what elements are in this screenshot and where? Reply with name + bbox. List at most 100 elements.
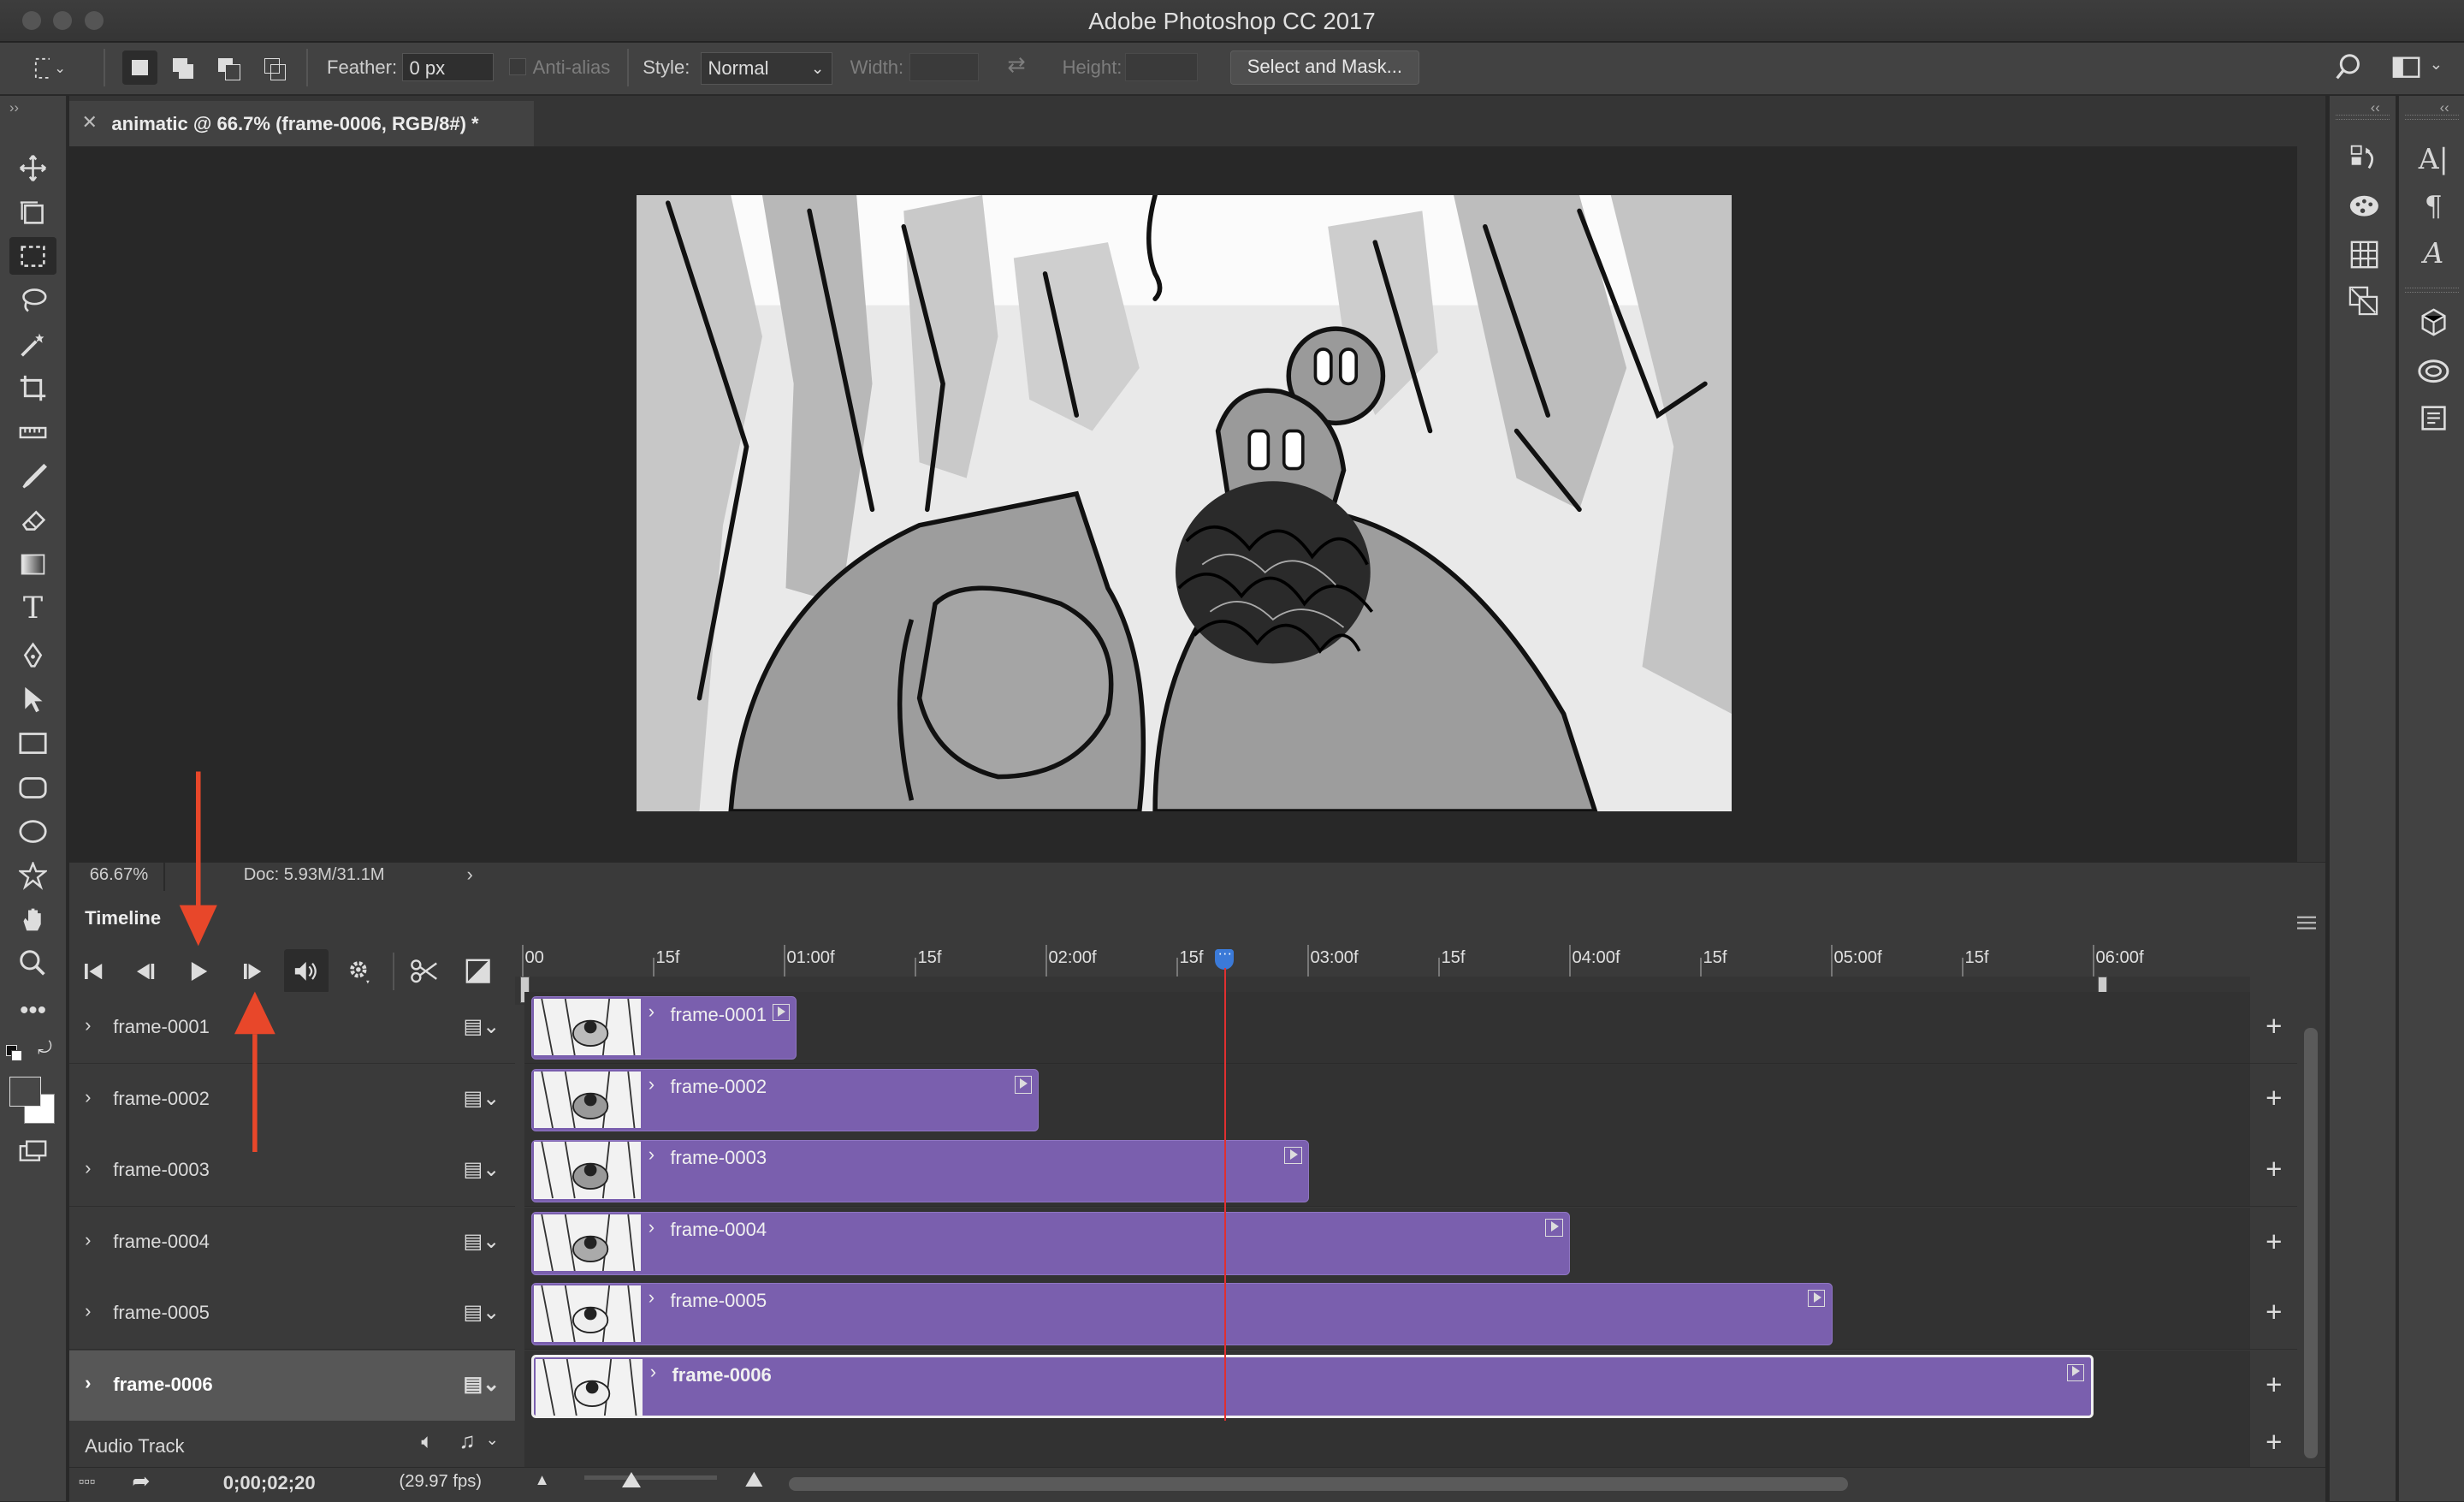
adjustments-panel-button[interactable] <box>2347 284 2381 318</box>
video-clip[interactable]: › frame-0001 <box>530 996 797 1060</box>
select-and-mask-button[interactable]: Select and Mask... <box>1230 50 1419 86</box>
foreground-color-swatch[interactable] <box>9 1077 41 1107</box>
collapse-panels-icon[interactable]: ‹‹ <box>2371 99 2380 116</box>
status-menu-chevron-icon[interactable]: › <box>467 864 473 886</box>
canvas-vertical-scrollbar[interactable] <box>2297 145 2326 862</box>
timeline-layer-row[interactable]: › frame-0004 ▤⌄ <box>68 1207 516 1279</box>
timeline-scrollbar-thumb[interactable] <box>2303 1028 2319 1459</box>
ruler-tool[interactable] <box>9 413 56 451</box>
timeline-panel-menu-button[interactable] <box>2297 909 2317 929</box>
film-strip-icon[interactable]: ▤⌄ <box>464 1229 500 1254</box>
swatches-panel-button[interactable] <box>2347 237 2381 271</box>
convert-to-frame-animation-icon[interactable]: ▫▫▫ <box>79 1472 96 1491</box>
type-tool[interactable]: T <box>9 590 56 627</box>
add-audio-button[interactable]: + <box>2250 1421 2298 1467</box>
expand-chevron-icon[interactable]: › <box>85 1300 91 1322</box>
document-tab[interactable]: ✕ animatic @ 66.7% (frame-0006, RGB/8#) … <box>68 100 535 146</box>
panel-grip[interactable] <box>2336 115 2390 120</box>
audio-track-row[interactable]: Audio Track 🔈︎ ♫ ⌄ <box>68 1421 516 1467</box>
add-media-button[interactable]: + <box>2250 991 2298 1064</box>
add-media-button[interactable]: + <box>2250 1207 2298 1279</box>
video-clip[interactable]: › frame-0006 <box>530 1355 2094 1418</box>
color-panel-button[interactable] <box>2347 188 2381 223</box>
path-selection-tool[interactable] <box>9 680 56 718</box>
clip-expand-chevron-icon[interactable]: › <box>649 1143 654 1166</box>
libraries-panel-button[interactable] <box>2416 353 2450 388</box>
swap-dimensions-icon[interactable]: ⇄ <box>1007 52 1026 78</box>
clip-options-icon[interactable] <box>1808 1290 1826 1308</box>
style-select[interactable]: Normal ⌄ <box>701 51 833 86</box>
add-media-button[interactable]: + <box>2250 1278 2298 1350</box>
width-input[interactable] <box>909 53 980 82</box>
video-clip[interactable]: › frame-0005 <box>530 1282 1833 1346</box>
timeline-horizontal-scrollbar[interactable] <box>789 1476 1848 1492</box>
speaker-icon[interactable]: 🔈︎ <box>421 1430 433 1454</box>
new-selection-button[interactable] <box>122 50 157 86</box>
collapse-toolbar-icon[interactable]: ›› <box>9 99 19 116</box>
add-media-button[interactable]: + <box>2250 1135 2298 1207</box>
clip-options-icon[interactable] <box>1014 1076 1032 1094</box>
video-clip[interactable]: › frame-0004 <box>530 1212 1570 1275</box>
close-tab-icon[interactable]: ✕ <box>82 111 98 134</box>
paragraph-panel-button[interactable]: ¶ <box>2416 188 2450 223</box>
expand-chevron-icon[interactable]: › <box>85 1229 91 1251</box>
music-note-icon[interactable]: ♫ <box>459 1429 475 1454</box>
3d-panel-button[interactable] <box>2416 305 2450 339</box>
zoom-out-timeline-icon[interactable]: ▲ <box>534 1470 549 1489</box>
expand-chevron-icon[interactable]: › <box>85 1014 91 1036</box>
clip-options-icon[interactable] <box>1284 1146 1302 1165</box>
marquee-preset-picker[interactable]: ⌄ <box>34 55 66 81</box>
workspace-switcher[interactable]: ⌄ <box>2392 55 2449 83</box>
brush-tool[interactable] <box>9 457 56 495</box>
zoom-slider-thumb[interactable] <box>622 1472 642 1488</box>
add-media-button[interactable]: + <box>2250 1064 2298 1137</box>
add-to-selection-button[interactable] <box>169 55 198 80</box>
gradient-tool[interactable] <box>9 545 56 583</box>
video-clip[interactable]: › frame-0003 <box>530 1139 1309 1203</box>
zoom-tool[interactable] <box>9 945 56 983</box>
clip-expand-chevron-icon[interactable]: › <box>649 1073 654 1095</box>
film-strip-icon[interactable]: ▤⌄ <box>464 1157 500 1182</box>
subtract-selection-button[interactable] <box>216 55 244 80</box>
glyphs-panel-button[interactable]: A <box>2416 236 2450 270</box>
clip-expand-chevron-icon[interactable]: › <box>649 1286 654 1309</box>
eraser-tool[interactable] <box>9 502 56 539</box>
ellipse-tool[interactable] <box>9 813 56 851</box>
timeline-layer-row[interactable]: › frame-0005 ▤⌄ <box>68 1278 516 1350</box>
add-media-button[interactable]: + <box>2250 1350 2298 1422</box>
move-tool[interactable] <box>9 149 56 187</box>
custom-shape-tool[interactable] <box>9 857 56 894</box>
film-strip-icon[interactable]: ▤⌄ <box>464 1300 500 1325</box>
clip-expand-chevron-icon[interactable]: › <box>649 1000 654 1023</box>
clip-options-icon[interactable] <box>772 1003 790 1022</box>
render-video-icon[interactable]: ➦ <box>132 1469 151 1494</box>
hand-tool[interactable] <box>9 900 56 938</box>
chevron-down-icon[interactable]: ⌄ <box>486 1430 499 1449</box>
expand-chevron-icon[interactable]: › <box>85 1086 91 1108</box>
lasso-tool[interactable] <box>9 282 56 319</box>
clip-expand-chevron-icon[interactable]: › <box>650 1361 656 1383</box>
zoom-in-timeline-icon[interactable]: ⛰︎ <box>745 1468 764 1493</box>
expand-chevron-icon[interactable]: › <box>85 1157 91 1179</box>
collapse-panels-icon[interactable]: ‹‹ <box>2440 99 2449 116</box>
height-input[interactable] <box>1125 53 1198 82</box>
artboard-tool[interactable] <box>9 193 56 231</box>
current-timecode[interactable]: 0;00;02;20 <box>223 1472 316 1494</box>
timeline-scrollbar-track[interactable] <box>2297 1006 2326 1467</box>
film-strip-icon[interactable]: ▤⌄ <box>464 1372 500 1397</box>
rounded-rectangle-tool[interactable] <box>9 769 56 806</box>
feather-input[interactable]: 0 px <box>402 53 494 82</box>
film-strip-icon[interactable]: ▤⌄ <box>464 1086 500 1111</box>
swap-colors-icon[interactable]: ⤾ <box>38 1039 52 1059</box>
rectangular-marquee-tool[interactable] <box>9 237 57 276</box>
history-panel-button[interactable] <box>2347 141 2381 175</box>
panel-grip[interactable] <box>2405 115 2459 120</box>
character-panel-button[interactable]: A| <box>2416 141 2450 175</box>
default-colors-button[interactable] <box>6 1045 22 1061</box>
playhead-line[interactable] <box>1223 968 1226 1465</box>
clip-options-icon[interactable] <box>2066 1363 2085 1381</box>
pen-tool[interactable] <box>9 637 56 674</box>
film-strip-icon[interactable]: ▤⌄ <box>464 1014 500 1039</box>
search-button[interactable] <box>2334 53 2366 85</box>
antialias-checkbox[interactable] <box>509 57 527 76</box>
